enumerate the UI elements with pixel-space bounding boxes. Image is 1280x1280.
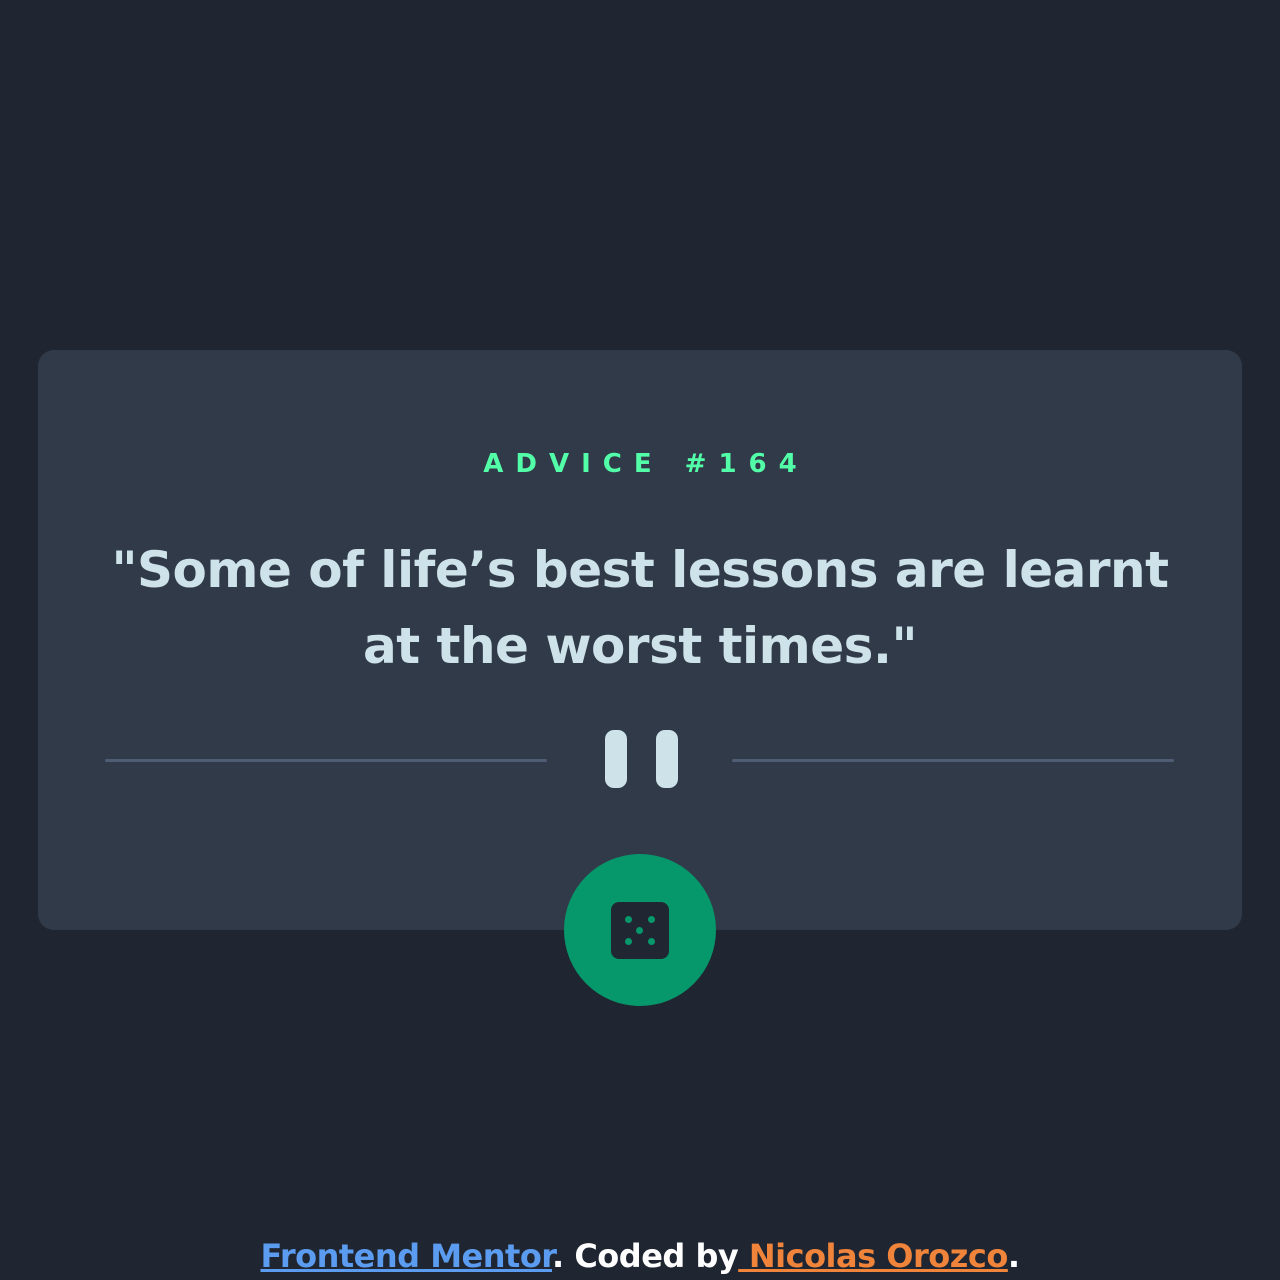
dice-pip: [648, 938, 655, 945]
advice-quote: "Some of life’s best lessons are learnt …: [111, 541, 1169, 675]
dice-pip: [648, 916, 655, 923]
coded-by-text: . Coded by: [552, 1237, 739, 1275]
footer-end-text: .: [1007, 1237, 1020, 1275]
pause-bar-right: [656, 730, 678, 788]
divider-line-right: [732, 759, 1174, 762]
pause-icon: [605, 730, 678, 788]
dice-pip: [636, 927, 643, 934]
frontend-mentor-link[interactable]: Frontend Mentor: [261, 1237, 553, 1275]
pause-bar-left: [605, 730, 627, 788]
author-link[interactable]: Nicolas Orozco: [738, 1237, 1008, 1275]
dice-icon: [611, 902, 669, 959]
dice-pip: [625, 938, 632, 945]
attribution-footer: Frontend Mentor. Coded by Nicolas Orozco…: [0, 1232, 1280, 1280]
divider-line-left: [105, 759, 547, 762]
pattern-divider: [105, 730, 1174, 788]
dice-pip: [625, 916, 632, 923]
new-advice-button[interactable]: [564, 854, 716, 1006]
advice-id-label: ADVICE #164: [483, 449, 809, 479]
